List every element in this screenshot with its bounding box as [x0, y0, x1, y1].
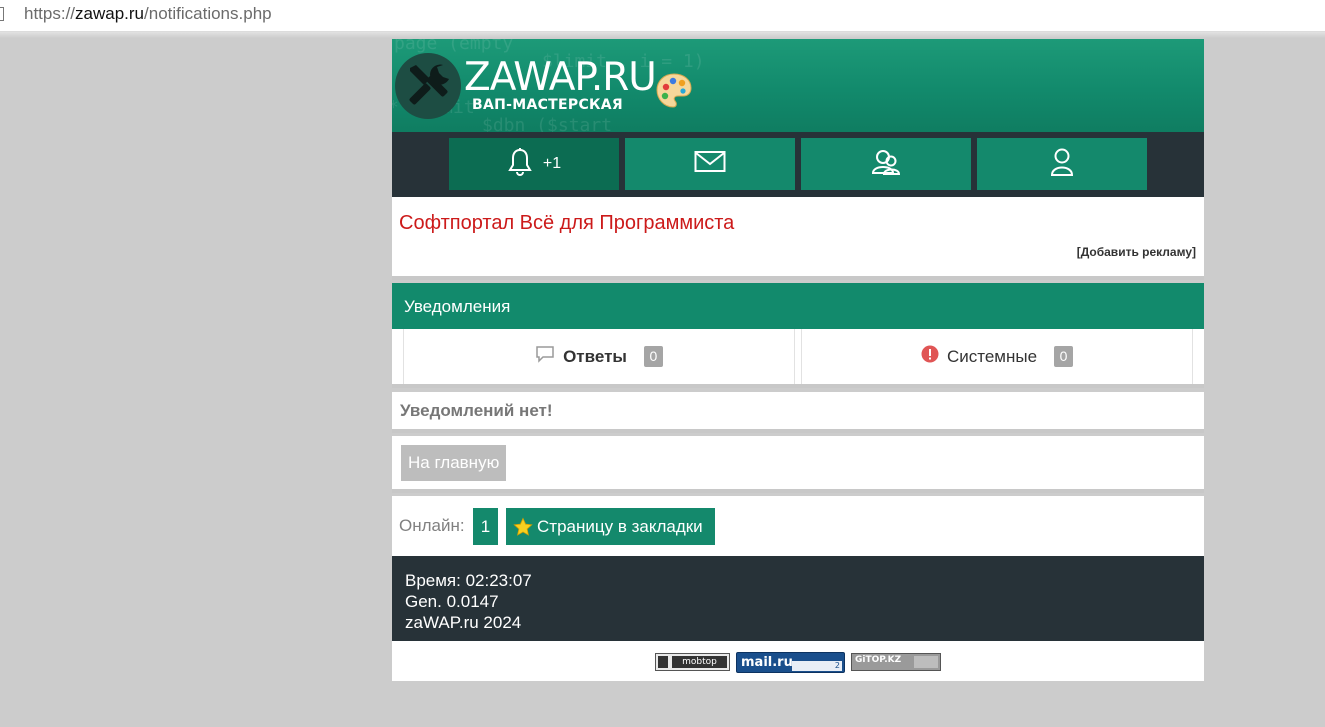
- empty-notifications-message: Уведомлений нет!: [392, 392, 1204, 433]
- generation-time: Gen. 0.0147: [405, 592, 499, 611]
- user-icon: [1049, 147, 1075, 182]
- gitop-counter[interactable]: GiTOP.KZ: [851, 653, 941, 671]
- add-ad-link[interactable]: [Добавить рекламу]: [1077, 245, 1196, 259]
- counters-block: mobtop mail.ru 2 GiTOP.KZ: [392, 641, 1204, 681]
- page-container: page (empty $limit , i = 1) $dbn ($start…: [392, 39, 1204, 681]
- server-time: Время: 02:23:07: [405, 571, 532, 590]
- ad-block: Софтпортал Всё для Программиста [Добавит…: [392, 197, 1204, 280]
- main-nav: +1: [392, 132, 1204, 197]
- online-block: Онлайн: 1 Страницу в закладки: [392, 496, 1204, 556]
- bookmark-label: Страницу в закладки: [537, 517, 703, 536]
- tab-system[interactable]: Системные 0: [801, 329, 1193, 384]
- tab-replies-label: Ответы: [563, 346, 627, 366]
- replies-count-badge: 0: [643, 346, 663, 367]
- system-count-badge: 0: [1054, 346, 1074, 367]
- logo-title[interactable]: ZAWAP.RU: [464, 55, 657, 100]
- tab-system-label: Системные: [946, 346, 1038, 366]
- online-label: Онлайн:: [399, 516, 465, 535]
- notification-tabs: Ответы 0 Системные 0: [392, 329, 1204, 388]
- header-bg-code: page (empty: [394, 39, 514, 54]
- url-text[interactable]: https://zawap.ru/notifications.php: [24, 4, 272, 24]
- comment-icon: [535, 345, 555, 368]
- notifications-title: Уведомления: [392, 283, 1204, 329]
- palette-icon[interactable]: [654, 71, 694, 116]
- mail-icon: [694, 150, 726, 179]
- copyright: zaWAP.ru 2024: [405, 613, 522, 632]
- home-block: На главную: [392, 436, 1204, 493]
- nav-profile-button[interactable]: [977, 138, 1147, 190]
- nav-notifications-button[interactable]: +1: [449, 138, 619, 190]
- users-icon: [871, 147, 901, 182]
- logo-wrench-icon[interactable]: [395, 53, 461, 119]
- ad-link[interactable]: Софтпортал Всё для Программиста: [399, 212, 734, 235]
- site-header: page (empty $limit , i = 1) $dbn ($start…: [392, 39, 1204, 132]
- nav-mail-button[interactable]: [625, 138, 795, 190]
- header-bg-code: $dbn ($start: [482, 115, 613, 132]
- logo-subtitle: ВАП-МАСТЕРСКАЯ: [472, 97, 623, 113]
- site-footer: Время: 02:23:07 Gen. 0.0147 zaWAP.ru 202…: [392, 556, 1204, 641]
- alert-icon: [921, 345, 939, 368]
- bookmark-button[interactable]: Страницу в закладки: [506, 508, 715, 545]
- star-icon: [513, 517, 533, 537]
- browser-address-bar[interactable]: https://zawap.ru/notifications.php: [0, 0, 1325, 32]
- bell-icon: [507, 147, 533, 182]
- online-count-button[interactable]: 1: [473, 508, 498, 545]
- tab-replies[interactable]: Ответы 0: [403, 329, 795, 384]
- mailru-counter[interactable]: mail.ru 2: [736, 652, 845, 673]
- notifications-count: +1: [542, 155, 562, 172]
- page-edge-icon: [0, 7, 4, 21]
- nav-users-button[interactable]: [801, 138, 971, 190]
- mobtop-counter[interactable]: mobtop: [655, 653, 730, 671]
- toolbar-shadow: [0, 32, 1325, 38]
- home-button[interactable]: На главную: [401, 445, 507, 481]
